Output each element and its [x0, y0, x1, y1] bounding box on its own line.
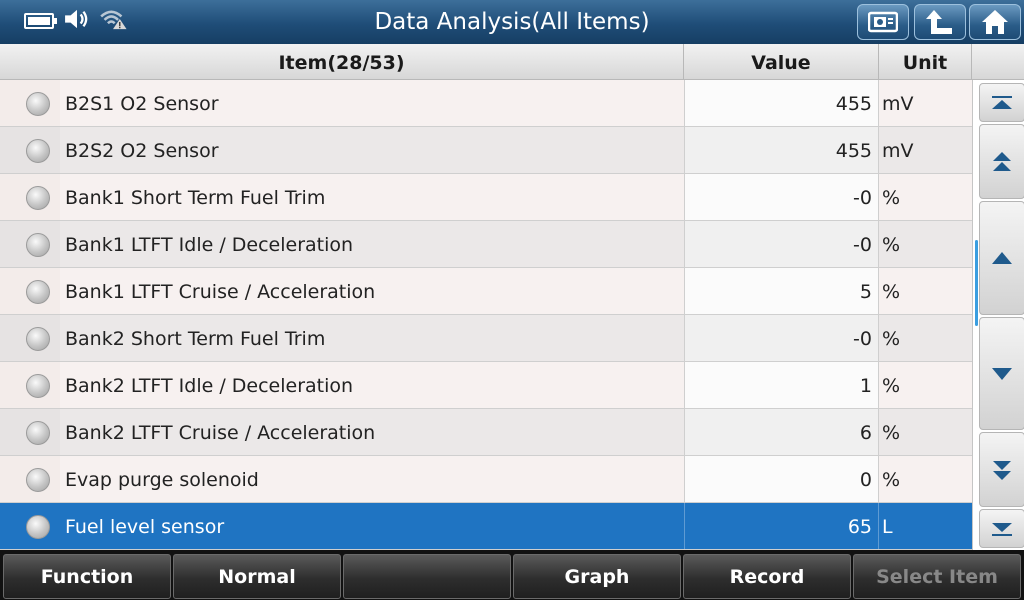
table-row[interactable]: Bank1 Short Term Fuel Trim -0 %: [0, 174, 972, 221]
table-row[interactable]: Bank2 Short Term Fuel Trim -0 %: [0, 315, 972, 362]
table-row-selected[interactable]: Fuel level sensor 65 L: [0, 503, 972, 550]
scroll-top-button[interactable]: [979, 83, 1024, 122]
row-unit: %: [882, 375, 901, 397]
row-value: 455: [684, 80, 879, 126]
row-unit: %: [882, 281, 901, 303]
page-up-button[interactable]: [979, 124, 1024, 199]
row-item-name: B2S2 O2 Sensor: [65, 140, 219, 162]
chevron-down-icon: [992, 367, 1012, 380]
back-button[interactable]: [914, 4, 966, 40]
radio-icon[interactable]: [26, 468, 50, 492]
table-row[interactable]: Bank1 LTFT Cruise / Acceleration 5 %: [0, 268, 972, 315]
row-value: 1: [684, 362, 879, 408]
row-select-cell: [0, 127, 60, 173]
row-value: 65: [684, 503, 879, 549]
row-select-cell: [0, 80, 60, 126]
radio-icon[interactable]: [26, 139, 50, 163]
home-button[interactable]: [969, 4, 1021, 40]
row-item-name: Bank2 Short Term Fuel Trim: [65, 328, 326, 350]
scroll-panel: [972, 80, 1024, 550]
row-value: -0: [684, 315, 879, 361]
row-value: 5: [684, 268, 879, 314]
double-chevron-up-icon: [993, 151, 1011, 171]
radio-icon[interactable]: [26, 327, 50, 351]
table-row[interactable]: Evap purge solenoid 0 %: [0, 456, 972, 503]
table-row[interactable]: B2S2 O2 Sensor 455 mV: [0, 127, 972, 174]
row-unit: L: [882, 516, 893, 538]
row-unit: %: [882, 234, 901, 256]
page-down-button[interactable]: [979, 432, 1024, 507]
row-select-cell: [0, 174, 60, 220]
column-header-unit: Unit: [879, 44, 972, 80]
select-item-button[interactable]: Select Item: [853, 554, 1021, 599]
radio-icon[interactable]: [26, 374, 50, 398]
radio-icon[interactable]: [26, 515, 50, 539]
scroll-bottom-icon: [992, 522, 1012, 536]
row-select-cell: [0, 456, 60, 502]
radio-icon[interactable]: [26, 280, 50, 304]
row-select-cell: [0, 315, 60, 361]
table-row[interactable]: B2S1 O2 Sensor 455 mV: [0, 80, 972, 127]
empty-button[interactable]: [343, 554, 511, 599]
screenshot-button[interactable]: [857, 4, 909, 40]
row-item-name: Fuel level sensor: [65, 516, 225, 538]
row-value: 455: [684, 127, 879, 173]
row-select-cell: [0, 221, 60, 267]
record-button[interactable]: Record: [683, 554, 851, 599]
row-value: -0: [684, 174, 879, 220]
scroll-bottom-button[interactable]: [979, 509, 1024, 548]
table-header: Item(28/53) Value Unit: [0, 44, 1024, 80]
radio-icon[interactable]: [26, 421, 50, 445]
screenshot-icon: [868, 11, 898, 33]
back-up-icon: [926, 10, 952, 34]
function-button[interactable]: Function: [3, 554, 171, 599]
row-value: 6: [684, 409, 879, 455]
radio-icon[interactable]: [26, 186, 50, 210]
column-header-scroll: [972, 44, 1024, 80]
line-up-button[interactable]: [979, 201, 1024, 315]
row-value: -0: [684, 221, 879, 267]
row-unit: %: [882, 469, 901, 491]
column-header-item: Item(28/53): [0, 44, 684, 80]
data-list: B2S1 O2 Sensor 455 mV B2S2 O2 Sensor 455…: [0, 80, 972, 550]
row-item-name: Bank2 LTFT Idle / Deceleration: [65, 375, 354, 397]
row-item-name: Evap purge solenoid: [65, 469, 259, 491]
app-window: Data Analysis(All Items) Item(28/53) Val…: [0, 0, 1024, 600]
table-row[interactable]: Bank2 LTFT Cruise / Acceleration 6 %: [0, 409, 972, 456]
row-unit: mV: [882, 140, 914, 162]
row-item-name: B2S1 O2 Sensor: [65, 93, 219, 115]
column-header-value: Value: [684, 44, 879, 80]
home-icon: [982, 10, 1008, 34]
double-chevron-down-icon: [993, 460, 1011, 480]
row-select-cell: [0, 503, 60, 549]
row-unit: mV: [882, 93, 914, 115]
title-bar: Data Analysis(All Items): [0, 0, 1024, 44]
normal-button[interactable]: Normal: [173, 554, 341, 599]
function-bar: Function Normal Graph Record Select Item: [0, 550, 1024, 600]
row-item-name: Bank2 LTFT Cruise / Acceleration: [65, 422, 376, 444]
row-item-name: Bank1 LTFT Idle / Deceleration: [65, 234, 354, 256]
row-value: 0: [684, 456, 879, 502]
table-row[interactable]: Bank1 LTFT Idle / Deceleration -0 %: [0, 221, 972, 268]
row-select-cell: [0, 268, 60, 314]
row-item-name: Bank1 Short Term Fuel Trim: [65, 187, 326, 209]
scroll-top-icon: [992, 95, 1012, 109]
chevron-up-icon: [992, 252, 1012, 264]
row-select-cell: [0, 409, 60, 455]
row-item-name: Bank1 LTFT Cruise / Acceleration: [65, 281, 376, 303]
radio-icon[interactable]: [26, 92, 50, 116]
row-select-cell: [0, 362, 60, 408]
row-unit: %: [882, 187, 901, 209]
radio-icon[interactable]: [26, 233, 50, 257]
graph-button[interactable]: Graph: [513, 554, 681, 599]
line-down-button[interactable]: [979, 317, 1024, 430]
scroll-position-indicator[interactable]: [975, 240, 978, 326]
row-unit: %: [882, 422, 901, 444]
row-unit: %: [882, 328, 901, 350]
table-row[interactable]: Bank2 LTFT Idle / Deceleration 1 %: [0, 362, 972, 409]
